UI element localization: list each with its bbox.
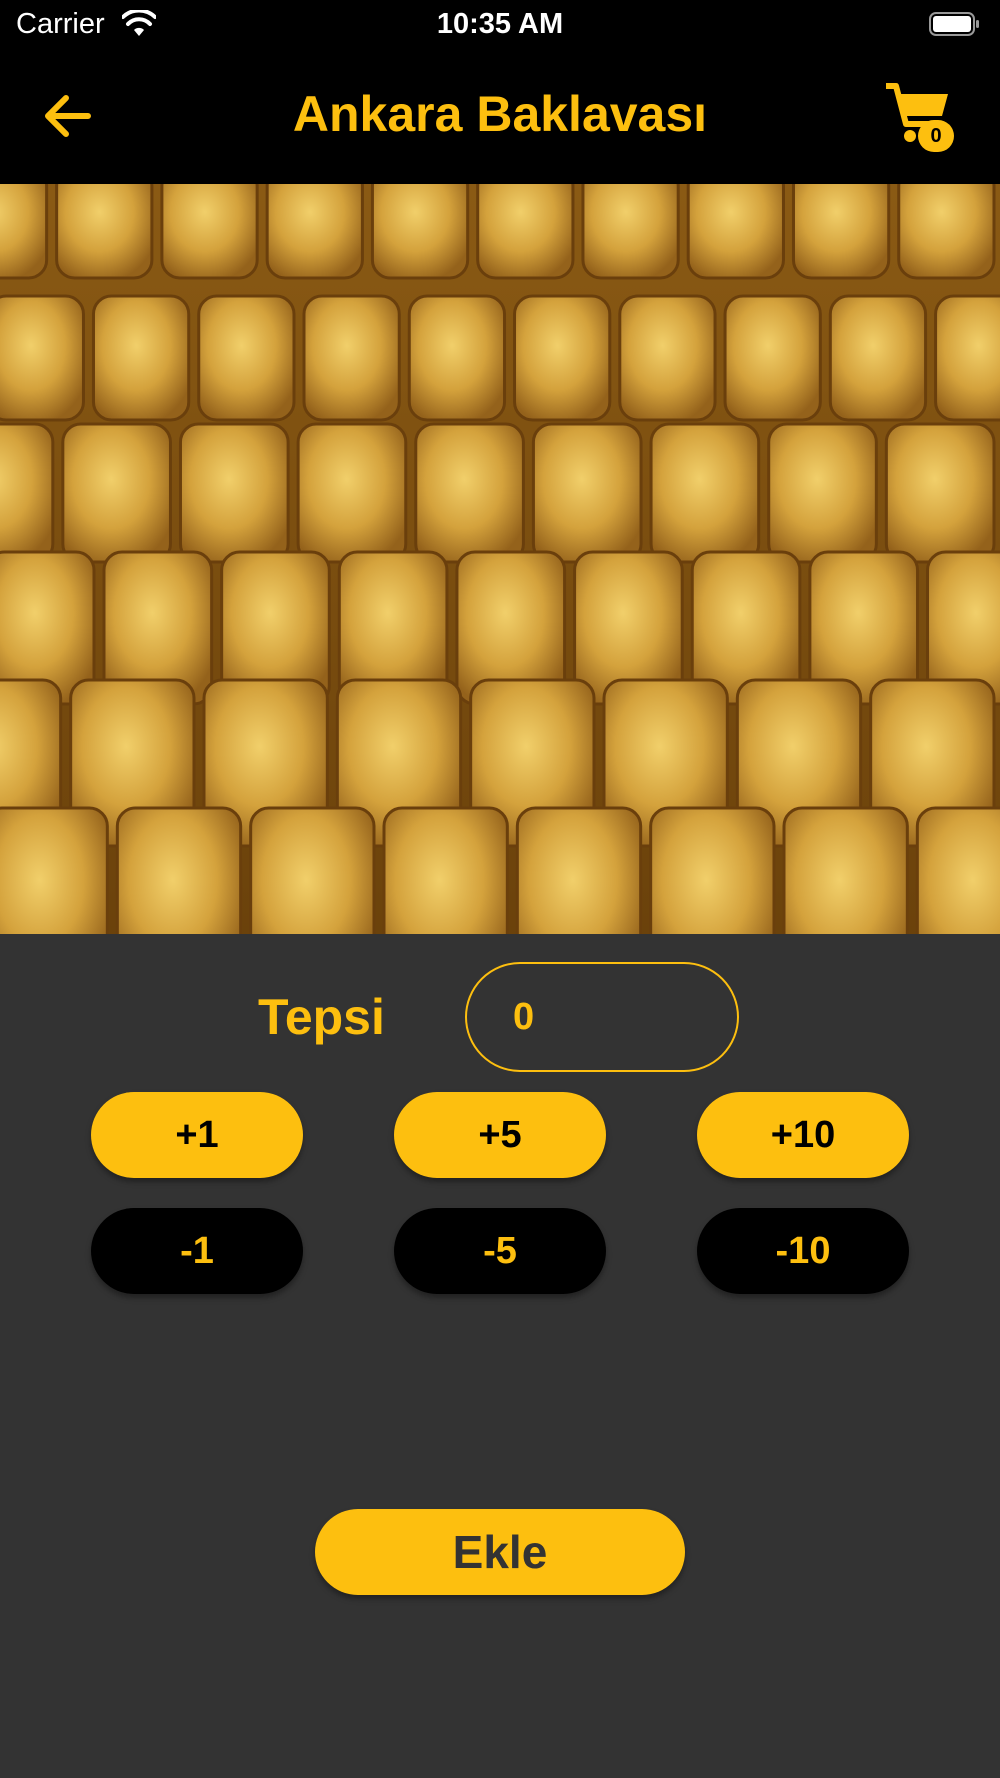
decrease-5-button[interactable]: -5 — [394, 1208, 606, 1294]
status-bar: Carrier 10:35 AM — [0, 0, 1000, 50]
battery-icon — [929, 12, 980, 36]
cart-button[interactable]: 0 — [884, 80, 974, 160]
increase-1-button[interactable]: +1 — [91, 1092, 303, 1178]
cart-count-badge: 0 — [918, 120, 954, 152]
product-image — [0, 184, 1000, 934]
decrease-10-button[interactable]: -10 — [697, 1208, 909, 1294]
decrease-1-button[interactable]: -1 — [91, 1208, 303, 1294]
navigation-bar: Ankara Baklavası 0 — [0, 50, 1000, 184]
increase-5-button[interactable]: +5 — [394, 1092, 606, 1178]
add-to-cart-button[interactable]: Ekle — [315, 1509, 685, 1595]
status-time: 10:35 AM — [436, 8, 564, 40]
increase-10-button[interactable]: +10 — [697, 1092, 909, 1178]
quantity-label: Tepsi — [258, 989, 385, 1045]
quantity-input[interactable] — [465, 962, 739, 1072]
page-title: Ankara Baklavası — [292, 86, 708, 142]
